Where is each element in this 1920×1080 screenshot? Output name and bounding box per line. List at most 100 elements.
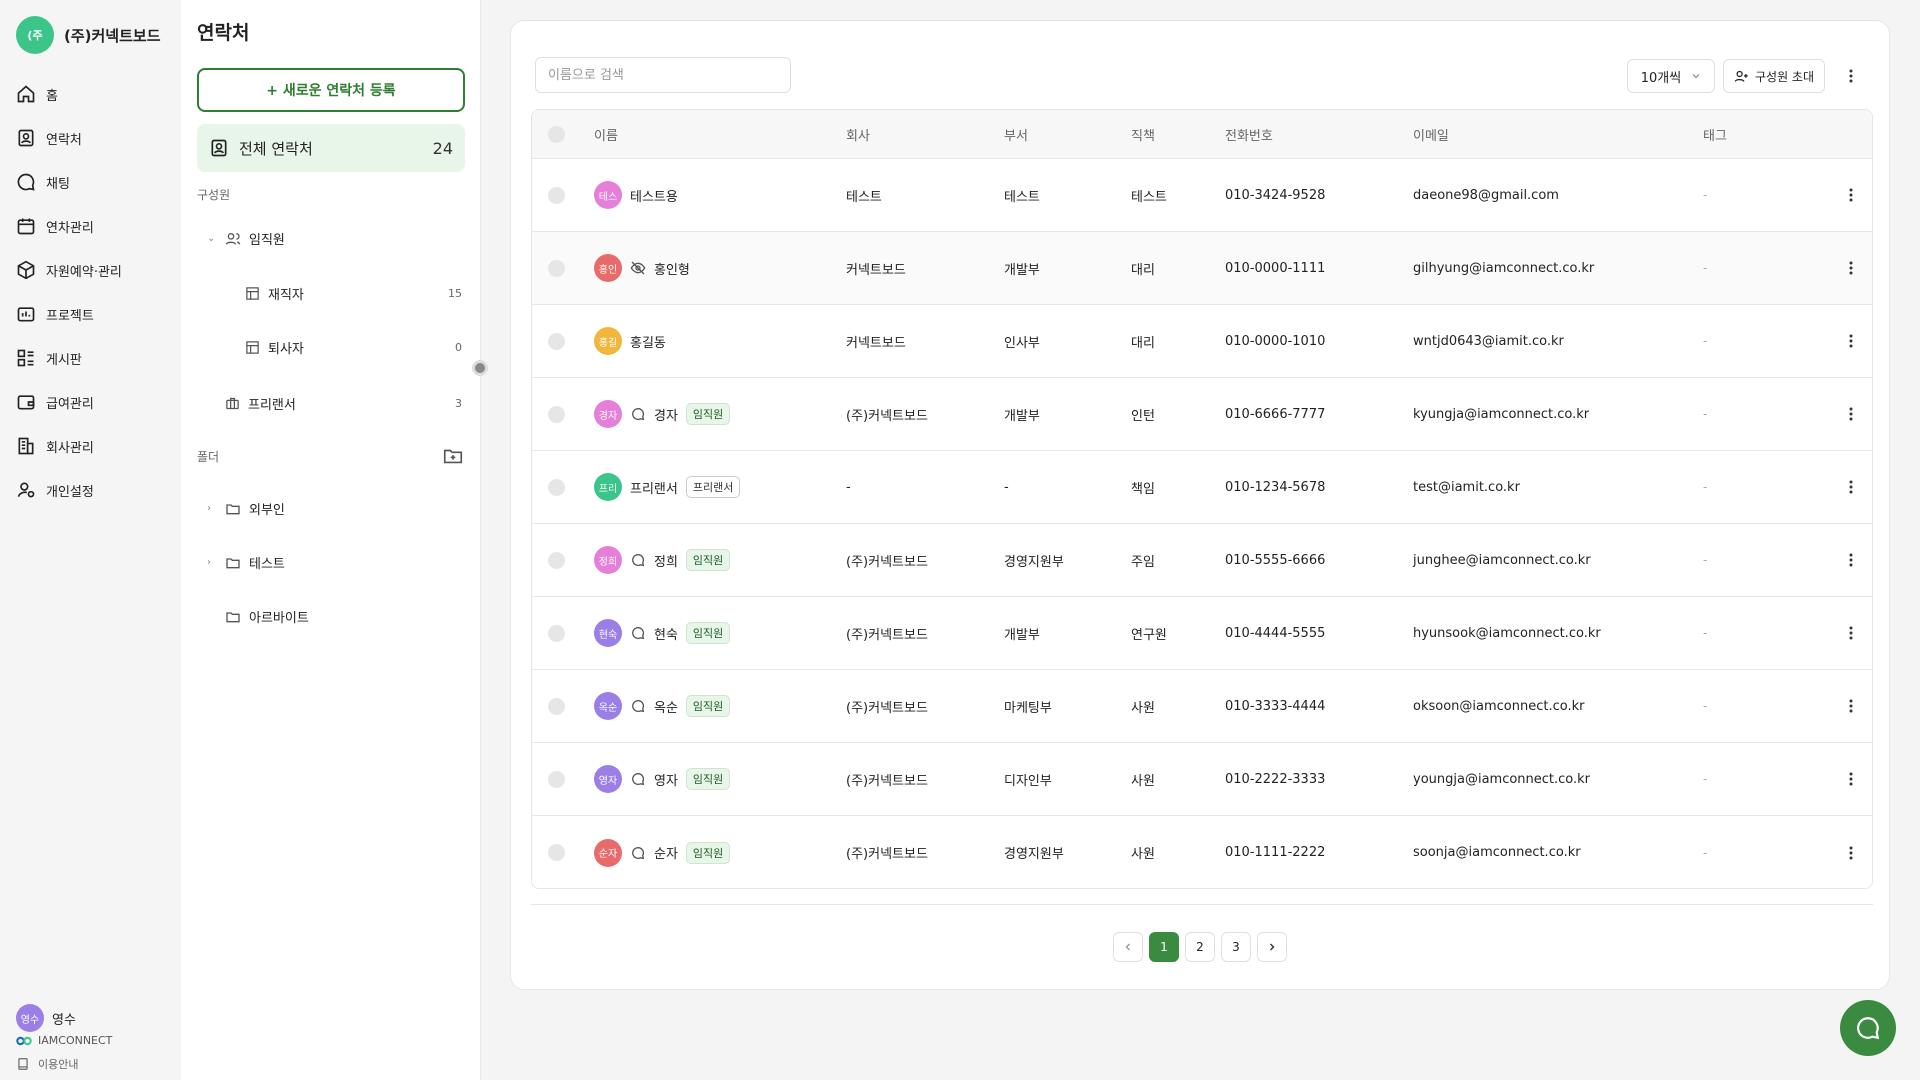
- chat-bubble-icon[interactable]: [630, 771, 646, 787]
- row-more-icon[interactable]: [1831, 553, 1871, 567]
- invite-label: 구성원 초대: [1754, 69, 1814, 84]
- contact-name[interactable]: 홍인형: [654, 259, 690, 278]
- row-checkbox[interactable]: [548, 259, 565, 277]
- nav-item-board[interactable]: 게시판: [16, 336, 122, 380]
- table-row[interactable]: 홍길 홍길동 커넥트보드 인사부 대리 010-0000-1010 wntjd0643@ia…: [532, 305, 1872, 378]
- table-row[interactable]: 경자 경자 임직원 (주)커넥트보드 개발부 인턴 010-6666-7777 kyungja…: [532, 378, 1872, 451]
- folder-item[interactable]: 아르바이트: [225, 607, 309, 626]
- row-more-icon[interactable]: [1831, 772, 1871, 786]
- folder-icon: [226, 557, 240, 568]
- name-cell: 영자 영자 임직원: [594, 765, 846, 793]
- folder-item[interactable]: › 외부인: [207, 499, 285, 518]
- row-more-icon[interactable]: [1831, 188, 1871, 202]
- contact-name[interactable]: 프리랜서: [630, 478, 678, 497]
- row-checkbox[interactable]: [548, 478, 565, 496]
- nav-item-company[interactable]: 회사관리: [16, 424, 122, 468]
- row-more-icon[interactable]: [1831, 334, 1871, 348]
- phone-cell: 010-0000-1111: [1225, 260, 1326, 276]
- row-more-icon[interactable]: [1831, 699, 1871, 713]
- chat-bubble-icon[interactable]: [630, 552, 646, 568]
- row-more-icon[interactable]: [1831, 626, 1871, 640]
- invite-member-button[interactable]: 구성원 초대: [1723, 59, 1825, 93]
- page-button[interactable]: 3: [1221, 932, 1251, 962]
- contact-name[interactable]: 홍길동: [630, 332, 666, 351]
- per-page-select[interactable]: 10개씩: [1627, 59, 1715, 93]
- chat-fab-button[interactable]: [1840, 1000, 1896, 1056]
- tree-item-employees[interactable]: ⌄ 임직원: [207, 229, 285, 248]
- contact-name[interactable]: 경자: [654, 405, 678, 424]
- avatar: 홍인: [594, 254, 622, 282]
- row-checkbox[interactable]: [548, 770, 565, 788]
- contact-name[interactable]: 영자: [654, 770, 678, 789]
- nav-item-settings[interactable]: 개인설정: [16, 468, 122, 512]
- freelancer-count: 3: [455, 397, 462, 410]
- all-contacts-item[interactable]: 전체 연락처 24: [197, 124, 465, 172]
- tree-item-active[interactable]: 재직자: [245, 284, 304, 303]
- table-row[interactable]: 현숙 현숙 임직원 (주)커넥트보드 개발부 연구원 010-4444-5555 hyunso…: [532, 597, 1872, 670]
- table-row[interactable]: 옥순 옥순 임직원 (주)커넥트보드 마케팅부 사원 010-3333-4444 oksoon…: [532, 670, 1872, 743]
- page-button[interactable]: 1: [1149, 932, 1179, 962]
- row-checkbox[interactable]: [548, 186, 565, 204]
- nav-item-payroll[interactable]: 급여관리: [16, 380, 122, 424]
- chat-bubble-icon[interactable]: [630, 406, 646, 422]
- contact-name[interactable]: 현숙: [654, 624, 678, 643]
- row-checkbox[interactable]: [548, 697, 565, 715]
- search-input[interactable]: [535, 57, 791, 93]
- chat-bubble-icon[interactable]: [630, 625, 646, 641]
- next-page-button[interactable]: [1257, 932, 1287, 962]
- status-badge: 프리랜서: [685, 476, 741, 498]
- company-brand-label: IAMCONNECT: [38, 1034, 113, 1047]
- all-contacts-count: 24: [432, 138, 453, 158]
- brand[interactable]: (주 (주)커넥트보드: [16, 16, 161, 54]
- nav-item-resources[interactable]: 자원예약·관리: [16, 248, 122, 292]
- col-dept: 부서: [1004, 128, 1028, 144]
- row-more-icon[interactable]: [1831, 407, 1871, 421]
- prev-page-button[interactable]: [1113, 932, 1143, 962]
- tree-item-freelancer[interactable]: 프리랜서: [225, 394, 296, 413]
- nav-item-project[interactable]: 프로젝트: [16, 292, 122, 336]
- calendar-icon: [17, 218, 35, 235]
- row-checkbox[interactable]: [548, 332, 565, 350]
- contact-name[interactable]: 테스트용: [630, 186, 678, 205]
- table-row[interactable]: 영자 영자 임직원 (주)커넥트보드 디자인부 사원 010-2222-3333 youngj…: [532, 743, 1872, 816]
- chat-bubble-icon[interactable]: [630, 698, 646, 714]
- sidebar-resize-handle[interactable]: [472, 360, 488, 376]
- nav-item-chat[interactable]: 채팅: [16, 160, 122, 204]
- row-checkbox[interactable]: [548, 844, 565, 861]
- avatar: 정희: [594, 546, 622, 574]
- row-more-icon[interactable]: [1831, 261, 1871, 275]
- email-cell: kyungja@iamconnect.co.kr: [1413, 406, 1590, 422]
- contact-icon: [18, 129, 34, 147]
- contact-name[interactable]: 정희: [654, 551, 678, 570]
- chat-bubble-icon[interactable]: [630, 845, 646, 861]
- new-contact-button[interactable]: + 새로운 연락처 등록: [197, 68, 465, 112]
- tree-item-retired[interactable]: 퇴사자: [245, 338, 304, 357]
- nav-item-label: 프로젝트: [46, 308, 94, 324]
- nav-item-leave[interactable]: 연차관리: [16, 204, 122, 248]
- row-more-icon[interactable]: [1831, 480, 1871, 494]
- row-more-icon[interactable]: [1831, 846, 1871, 860]
- folder-add-icon[interactable]: [442, 445, 464, 467]
- table-row[interactable]: 프리 프리랜서 프리랜서 - - 책임 010-1234-5678 test@iamit.co…: [532, 451, 1872, 524]
- contact-name[interactable]: 순자: [654, 843, 678, 862]
- email-cell: junghee@iamconnect.co.kr: [1413, 552, 1591, 568]
- folder-item[interactable]: › 테스트: [207, 553, 285, 572]
- tag-cell: -: [1703, 334, 1708, 348]
- row-checkbox[interactable]: [548, 405, 565, 423]
- current-user[interactable]: 영수 영수: [16, 1004, 76, 1032]
- nav-item-home[interactable]: 홈: [16, 72, 122, 116]
- contact-name[interactable]: 옥순: [654, 697, 678, 716]
- select-all-checkbox[interactable]: [548, 125, 565, 143]
- eye-off-icon[interactable]: [630, 260, 646, 276]
- table-row[interactable]: 정희 정희 임직원 (주)커넥트보드 경영지원부 주임 010-5555-6666 jungh…: [532, 524, 1872, 597]
- more-options-icon[interactable]: [1841, 65, 1861, 87]
- col-phone: 전화번호: [1225, 128, 1273, 144]
- table-row[interactable]: 순자 순자 임직원 (주)커넥트보드 경영지원부 사원 010-1111-2222 soonj…: [532, 816, 1872, 888]
- row-checkbox[interactable]: [548, 551, 565, 569]
- nav-item-contacts[interactable]: 연락처: [16, 116, 122, 160]
- page-button[interactable]: 2: [1185, 932, 1215, 962]
- table-row[interactable]: 홍인 홍인형 커넥트보드 개발부 대리 010-0000-1111 gilhyung@iam…: [532, 232, 1872, 305]
- table-row[interactable]: 테스 테스트용 테스트 테스트 테스트 010-3424-9528 daeone98@gma…: [532, 159, 1872, 232]
- guide-link[interactable]: 이용안내: [16, 1056, 78, 1072]
- row-checkbox[interactable]: [548, 624, 565, 642]
